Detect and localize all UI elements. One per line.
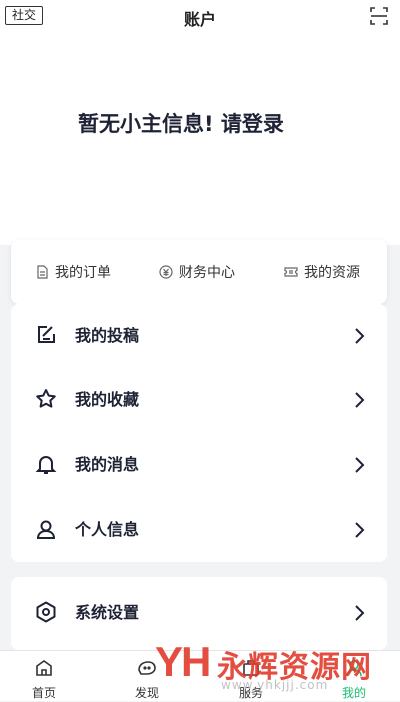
- menu-item-messages[interactable]: 我的消息: [11, 433, 387, 497]
- tab-label: 我的: [341, 686, 366, 700]
- account-header: 社交 账户 暂无小主信息! 请登录: [0, 0, 400, 245]
- bell-icon: [35, 456, 57, 474]
- settings-icon: [36, 601, 56, 623]
- menu-item-label: 我的消息: [75, 455, 140, 474]
- coin-icon: [159, 265, 173, 279]
- ticket-icon: [284, 267, 298, 277]
- chevron-right-icon: [355, 392, 365, 408]
- tab-discover[interactable]: 发现: [107, 651, 187, 702]
- quick-action-label: 我的资源: [304, 265, 360, 281]
- menu-item-label: 我的投稿: [75, 326, 140, 345]
- star-icon: [36, 389, 56, 408]
- menu-card-settings: 系统设置: [11, 577, 387, 650]
- menu-item-profile[interactable]: 个人信息: [11, 498, 387, 562]
- tab-service[interactable]: 服务: [211, 651, 291, 702]
- edit-icon: [38, 326, 55, 343]
- quick-actions-card: 我的订单 财务中心 我的资源: [11, 240, 387, 304]
- quick-action-finance[interactable]: 财务中心: [159, 240, 235, 304]
- page-title: 账户: [183, 10, 216, 29]
- discover-icon: [138, 661, 156, 675]
- document-icon: [37, 265, 48, 279]
- service-icon: [243, 660, 259, 676]
- menu-item-label: 系统设置: [75, 603, 140, 622]
- chevron-right-icon: [355, 328, 365, 344]
- bottom-tab-bar: 首页 发现 服务 我的: [0, 650, 400, 701]
- tab-label: 首页: [31, 686, 56, 700]
- quick-action-orders[interactable]: 我的订单: [35, 240, 111, 304]
- quick-action-label: 我的订单: [55, 265, 111, 281]
- login-prompt[interactable]: 暂无小主信息! 请登录: [0, 108, 362, 138]
- profile-icon: [346, 660, 362, 677]
- tab-profile[interactable]: 我的: [314, 651, 394, 702]
- chevron-right-icon: [355, 522, 365, 538]
- home-icon: [36, 660, 52, 676]
- scan-icon[interactable]: [369, 6, 389, 26]
- quick-action-resources[interactable]: 我的资源: [284, 240, 360, 304]
- chevron-right-icon: [355, 605, 365, 621]
- tab-label: 发现: [134, 686, 159, 700]
- menu-item-favorites[interactable]: 我的收藏: [11, 368, 387, 432]
- tab-home[interactable]: 首页: [4, 651, 84, 702]
- menu-item-settings[interactable]: 系统设置: [11, 581, 387, 645]
- quick-action-label: 财务中心: [179, 265, 235, 281]
- user-icon: [36, 520, 56, 539]
- tab-label: 服务: [238, 686, 263, 700]
- chevron-right-icon: [355, 457, 365, 473]
- menu-item-label: 我的收藏: [75, 390, 140, 409]
- menu-item-submissions[interactable]: 我的投稿: [11, 304, 387, 368]
- menu-item-label: 个人信息: [75, 520, 140, 539]
- menu-card-main: 我的投稿 我的收藏 我的消息 个人信息: [11, 304, 387, 562]
